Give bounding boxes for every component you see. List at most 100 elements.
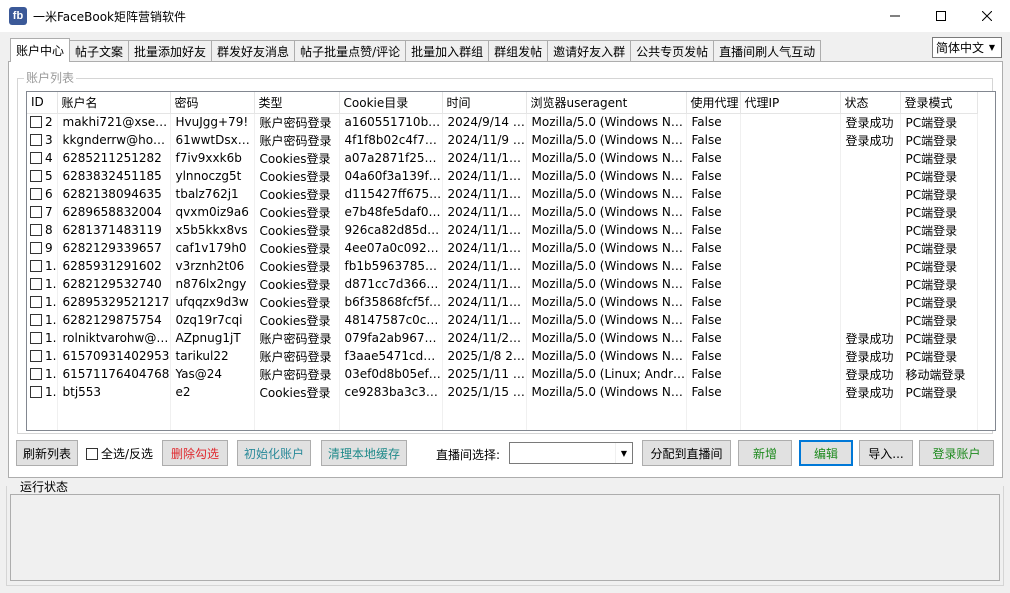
row-id-label: 1. <box>45 367 57 381</box>
close-icon <box>982 11 992 21</box>
account-list-caption: 账户列表 <box>24 71 77 85</box>
table-cell <box>840 239 901 257</box>
row-id-cell: 8 <box>27 221 58 239</box>
clear-cache-button[interactable]: 清理本地缓存 <box>321 440 407 466</box>
tab-4[interactable]: 帖子批量点赞/评论 <box>294 40 407 62</box>
live-room-select[interactable]: ▼ <box>509 442 633 464</box>
tab-0[interactable]: 账户中心 <box>10 38 71 62</box>
table-row[interactable]: 8 6281371483119 x5b5kkx8vs Cookies登录 926ca82… <box>27 221 978 239</box>
row-checkbox[interactable] <box>30 188 42 200</box>
language-select[interactable]: 简体中文 ▼ <box>932 37 1002 58</box>
row-checkbox[interactable] <box>30 314 42 326</box>
row-checkbox[interactable] <box>30 134 42 146</box>
table-row[interactable]: 1. 6285931291602 v3rznh2t06 Cookies登录 fb1b59… <box>27 257 978 275</box>
tab-1[interactable]: 帖子文案 <box>69 40 130 62</box>
row-checkbox[interactable] <box>30 368 42 380</box>
row-checkbox[interactable] <box>30 206 42 218</box>
row-checkbox[interactable] <box>30 152 42 164</box>
tab-8[interactable]: 公共专页发帖 <box>630 40 715 62</box>
row-checkbox[interactable] <box>30 224 42 236</box>
column-header[interactable]: 类型 <box>254 92 340 114</box>
tab-6[interactable]: 群组发帖 <box>488 40 549 62</box>
table-row[interactable]: 4 6285211251282 f7iv9xxk6b Cookies登录 a07a287… <box>27 149 978 167</box>
row-id-label: 1. <box>45 295 57 309</box>
table-row[interactable]: 1. 61570931402953 tarikul22 账户密码登录 f3aae5471… <box>27 347 978 365</box>
table-cell: rolniktvarohw@… <box>57 329 171 347</box>
table-cell: Mozilla/5.0 (Windows N… <box>526 329 687 347</box>
table-cell <box>740 275 841 293</box>
tab-5[interactable]: 批量加入群组 <box>405 40 490 62</box>
import-button[interactable]: 导入... <box>859 440 913 466</box>
row-checkbox[interactable] <box>30 350 42 362</box>
table-row[interactable]: 6 6282138094635 tbalz762j1 Cookies登录 d115427… <box>27 185 978 203</box>
table-cell: PC端登录 <box>900 131 978 149</box>
select-all-checkbox[interactable] <box>86 447 98 460</box>
row-checkbox[interactable] <box>30 242 42 254</box>
column-header[interactable]: 使用代理 <box>686 92 741 114</box>
table-row[interactable]: 1. btj553 e2 Cookies登录 ce9283ba3c3f… 2025/1/1… <box>27 383 978 401</box>
table-cell: False <box>686 347 741 365</box>
column-header[interactable]: 时间 <box>442 92 527 114</box>
run-status-group: 运行状态 <box>6 478 1004 586</box>
table-cell: n876lx2ngy <box>170 275 255 293</box>
row-id-cell: 5 <box>27 167 58 185</box>
row-id-label: 6 <box>45 187 53 201</box>
edit-account-button[interactable]: 编辑 <box>799 440 853 466</box>
table-row[interactable]: 1. 62895329521217 ufqqzx9d3w Cookies登录 b6f35… <box>27 293 978 311</box>
row-checkbox[interactable] <box>30 278 42 290</box>
row-checkbox[interactable] <box>30 260 42 272</box>
run-status-log[interactable] <box>10 494 1000 581</box>
table-cell <box>740 113 841 131</box>
table-cell: 6282129532740 <box>57 275 171 293</box>
row-checkbox[interactable] <box>30 116 42 129</box>
column-header[interactable]: 账户名 <box>57 92 171 114</box>
row-checkbox[interactable] <box>30 296 42 308</box>
tab-7[interactable]: 邀请好友入群 <box>547 40 632 62</box>
table-row[interactable]: 2 makhi721@xsel… HvuJgg+79! 账户密码登录 a16055171… <box>27 113 978 131</box>
column-header[interactable]: 登录模式 <box>900 92 978 114</box>
table-cell: a160551710b… <box>339 113 443 131</box>
table-cell: 2024/11/1… <box>442 275 527 293</box>
column-header[interactable]: 状态 <box>840 92 901 114</box>
row-checkbox[interactable] <box>30 170 42 182</box>
table-cell: qvxm0iz9a6 <box>170 203 255 221</box>
row-checkbox[interactable] <box>30 332 42 344</box>
close-button[interactable] <box>964 0 1010 32</box>
empty-cell <box>900 401 978 419</box>
select-all-toggle[interactable]: 全选/反选 <box>86 445 153 462</box>
minimize-button[interactable] <box>872 0 918 32</box>
column-header[interactable]: 密码 <box>170 92 255 114</box>
table-row[interactable]: 7 6289658832004 qvxm0iz9a6 Cookies登录 e7b48fe… <box>27 203 978 221</box>
empty-cell <box>686 401 741 419</box>
column-header[interactable]: Cookie目录 <box>339 92 443 114</box>
table-row[interactable]: 1. 6282129532740 n876lx2ngy Cookies登录 d871cc… <box>27 275 978 293</box>
row-id: 9 <box>30 241 56 255</box>
account-table[interactable]: ID 账户名 密码 类型 Cookie目录 时间 浏览器useragent 使用代理 代理IP 状… <box>26 91 996 431</box>
table-row[interactable]: 9 6282129339657 caf1v179h0 Cookies登录 4ee07a0… <box>27 239 978 257</box>
assign-live-room-button[interactable]: 分配到直播间 <box>642 440 731 466</box>
tab-9[interactable]: 直播间刷人气互动 <box>713 40 822 62</box>
maximize-button[interactable] <box>918 0 964 32</box>
refresh-list-button[interactable]: 刷新列表 <box>16 440 78 466</box>
table-cell: tbalz762j1 <box>170 185 255 203</box>
empty-cell <box>740 401 841 419</box>
add-account-button[interactable]: 新增 <box>738 440 792 466</box>
table-row[interactable]: 5 6283832451185 ylnnoczg5t Cookies登录 04a60f3… <box>27 167 978 185</box>
table-row[interactable]: 1. 61571176404768 Yas@24 账户密码登录 03ef0d8b05ef… <box>27 365 978 383</box>
row-checkbox[interactable] <box>30 386 42 398</box>
tab-2[interactable]: 批量添加好友 <box>128 40 213 62</box>
delete-selected-button[interactable]: 删除勾选 <box>162 440 228 466</box>
table-row[interactable]: 1. rolniktvarohw@… AZpnug1jT 账户密码登录 079fa2ab… <box>27 329 978 347</box>
row-id: 2 <box>30 115 56 129</box>
table-row[interactable]: 3 kkgnderrw@ho… 61wwtDsx… 账户密码登录 4f1f8b02c4f… <box>27 131 978 149</box>
column-header[interactable]: 代理IP <box>740 92 841 114</box>
table-cell: ylnnoczg5t <box>170 167 255 185</box>
init-account-button[interactable]: 初始化账户 <box>237 440 311 466</box>
column-header[interactable]: 浏览器useragent <box>526 92 687 114</box>
login-account-button[interactable]: 登录账户 <box>919 440 994 466</box>
table-row[interactable]: 1. 6282129875754 0zq19r7cqi Cookies登录 481475… <box>27 311 978 329</box>
table-cell: PC端登录 <box>900 257 978 275</box>
tab-3[interactable]: 群发好友消息 <box>211 40 296 62</box>
table-cell <box>740 329 841 347</box>
column-header[interactable]: ID <box>27 92 58 114</box>
